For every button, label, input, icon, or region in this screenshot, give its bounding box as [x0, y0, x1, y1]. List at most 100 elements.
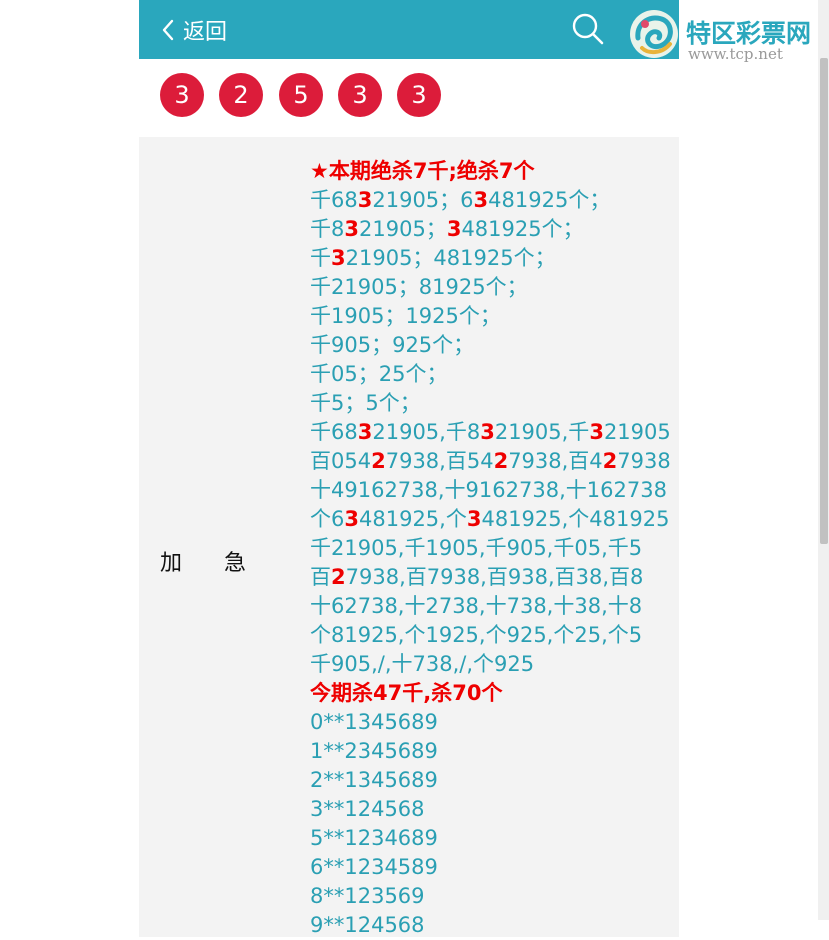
highlight-digit: 2: [331, 565, 346, 589]
side-label-char: 急: [224, 551, 247, 576]
text-segment: 千1905；1925个；: [310, 304, 501, 328]
text-segment: 百: [310, 565, 331, 589]
content-panel: 加急 ★本期绝杀7千;绝杀7个 千68321905；63481925个； 千8321…: [139, 137, 679, 937]
text-segment: 0**1345689: [310, 710, 438, 734]
prediction-line: 3**124568: [310, 795, 670, 824]
text-segment: 千: [310, 246, 331, 270]
prediction-line: 1**2345689: [310, 737, 670, 766]
chevron-left-icon: [161, 18, 175, 42]
side-label: 加急: [160, 545, 246, 577]
prediction-line: 6**1234589: [310, 853, 670, 882]
text-segment: 5**1234689: [310, 826, 438, 850]
watermark-url: www.tcp.net: [688, 45, 783, 63]
text-segment: 481925,个481925: [481, 507, 670, 531]
text-segment: 1**2345689: [310, 739, 438, 763]
prediction-line: 个63481925,个3481925,个481925: [310, 505, 670, 534]
search-button[interactable]: [571, 12, 605, 46]
highlight-digit: 3: [466, 507, 482, 531]
prediction-line: 千321905；481925个；: [310, 244, 670, 273]
text-segment: 481925个；: [461, 217, 584, 241]
text-segment: 21905: [603, 420, 671, 444]
page: 返回 32533 加急 ★本期绝杀7千;绝杀7个 千68321905；634819…: [139, 0, 679, 937]
highlight-digit: 3: [344, 507, 359, 531]
text-segment: 千68: [310, 420, 358, 444]
text-segment: 千21905,千1905,千905,千05,千5: [310, 536, 643, 560]
text-segment: ;: [448, 159, 457, 183]
text-segment: 千21905；81925个；: [310, 275, 528, 299]
text-segment: 6**1234589: [310, 855, 438, 879]
text-segment: 21905；481925个；: [345, 246, 556, 270]
text-segment: 21905；: [359, 217, 447, 241]
text-segment: 21905,千8: [372, 420, 481, 444]
text-segment: 今期杀47千: [310, 681, 424, 705]
text-segment: 个6: [310, 507, 345, 531]
highlight-digit: 3: [357, 188, 373, 212]
prediction-line: 5**1234689: [310, 824, 670, 853]
text-segment: 绝杀7个: [456, 159, 535, 183]
prediction-line: 千1905；1925个；: [310, 302, 670, 331]
prediction-line: 千905；925个；: [310, 331, 670, 360]
highlight-digit: 3: [331, 246, 346, 270]
prediction-line: 千68321905,千8321905,千321905: [310, 418, 671, 447]
text-segment: 2**1345689: [310, 768, 438, 792]
text-segment: 21905,千: [494, 420, 590, 444]
highlight-digit: 3: [357, 420, 373, 444]
scrollbar-thumb[interactable]: [820, 58, 828, 544]
text-segment: 千905；925个；: [310, 333, 475, 357]
headline-line: 今期杀47千,杀70个: [310, 679, 670, 708]
text-segment: 百054: [310, 449, 372, 473]
result-ball: 5: [279, 73, 323, 117]
text-segment: 8**123569: [310, 884, 425, 908]
result-ball: 3: [160, 73, 204, 117]
result-ball: 3: [397, 73, 441, 117]
text-segment: 7938,百4: [508, 449, 603, 473]
text-segment: 十49162738,十9162738,十162738: [310, 478, 667, 502]
text-segment: 7938,百7938,百938,百38,百8: [345, 565, 644, 589]
prediction-line: 千21905,千1905,千905,千05,千5: [310, 534, 670, 563]
prediction-text: ★本期绝杀7千;绝杀7个 千68321905；63481925个； 千8321905…: [310, 157, 671, 940]
search-icon: [571, 13, 605, 50]
prediction-line: 千05；25个；: [310, 360, 670, 389]
text-segment: 7938,百54: [385, 449, 494, 473]
result-balls: 32533: [139, 59, 679, 137]
prediction-line: 8**123569: [310, 882, 670, 911]
prediction-line: 百05427938,百5427938,百427938: [310, 447, 671, 476]
text-segment: 千68: [310, 188, 358, 212]
site-watermark: 特区彩票网 www.tcp.net: [628, 8, 828, 68]
prediction-line: 2**1345689: [310, 766, 670, 795]
text-segment: 481925个；: [488, 188, 611, 212]
prediction-line: 十49162738,十9162738,十162738: [310, 476, 670, 505]
highlight-digit: 3: [589, 420, 604, 444]
text-segment: 千8: [310, 217, 345, 241]
headline-line: ★本期绝杀7千;绝杀7个: [310, 157, 670, 186]
app-header: 返回: [139, 0, 679, 59]
side-label-char: 加: [160, 551, 183, 576]
text-segment: 杀70个: [431, 681, 503, 705]
text-segment: 千5；5个；: [310, 391, 421, 415]
prediction-line: 千21905；81925个；: [310, 273, 670, 302]
prediction-line: 千905,/,十738,/,个925: [310, 650, 670, 679]
site-logo-icon: [628, 8, 680, 60]
text-segment: 千905,/,十738,/,个925: [310, 652, 535, 676]
highlight-digit: 3: [344, 217, 359, 241]
prediction-line: 0**1345689: [310, 708, 670, 737]
highlight-digit: 2: [371, 449, 386, 473]
text-segment: 个81925,个1925,个925,个25,个5: [310, 623, 643, 647]
back-label: 返回: [183, 20, 228, 45]
prediction-line: 千8321905；3481925个；: [310, 215, 670, 244]
text-segment: 9**124568: [310, 913, 425, 937]
prediction-line: 千68321905；63481925个；: [310, 186, 670, 215]
prediction-line: 9**124568: [310, 911, 670, 940]
text-segment: 3**124568: [310, 797, 425, 821]
highlight-digit: 2: [602, 449, 618, 473]
text-segment: 7938: [617, 449, 671, 473]
highlight-digit: 3: [480, 420, 495, 444]
back-button[interactable]: 返回: [161, 14, 227, 46]
prediction-line: 百27938,百7938,百938,百38,百8: [310, 563, 670, 592]
highlight-digit: 3: [473, 188, 489, 212]
text-segment: ★本期绝杀7千: [310, 159, 449, 183]
result-ball: 3: [338, 73, 382, 117]
text-segment: 十62738,十2738,十738,十38,十8: [310, 594, 643, 618]
prediction-line: 千5；5个；: [310, 389, 670, 418]
text-segment: 481925,个: [359, 507, 467, 531]
